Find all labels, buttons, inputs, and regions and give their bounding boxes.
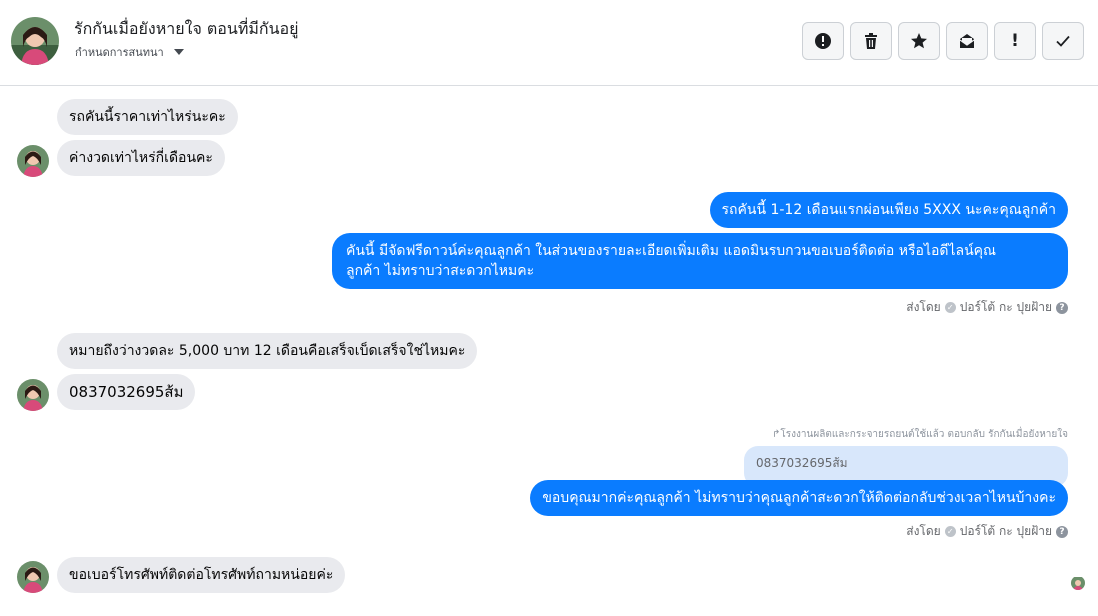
exclamation-icon: ! [1011, 31, 1019, 51]
sent-by-label: ส่งโดย [906, 300, 941, 314]
verified-icon: ✓ [944, 302, 956, 313]
sent-by-name: ปอร์โต้ กะ ปุยฝ้าย [959, 300, 1052, 314]
sent-by-name: ปอร์โต้ กะ ปุยฝ้าย [959, 524, 1052, 538]
mark-unread-button[interactable] [946, 22, 988, 60]
star-icon [911, 33, 927, 49]
incoming-message: 0837032695ส้ม [57, 374, 196, 410]
done-button[interactable] [1042, 22, 1084, 60]
contact-avatar[interactable] [11, 17, 59, 65]
sender-avatar[interactable] [17, 145, 49, 177]
seen-avatar [1071, 576, 1085, 590]
star-button[interactable] [898, 22, 940, 60]
help-icon[interactable]: ? [1056, 525, 1068, 538]
conversation-title: รักกันเมื่อยังหายใจ ตอนที่มีกันอยู่ [74, 19, 299, 38]
sender-avatar[interactable] [17, 379, 49, 411]
sender-avatar[interactable] [17, 561, 49, 593]
verified-icon: ✓ [944, 526, 956, 537]
message-line: คันนี้ มีจัดฟรีดาวน์ค่ะคุณลูกค้า ในส่วนข… [346, 243, 997, 259]
incoming-message: รถคันนี้ราคาเท่าไหร่นะคะ [57, 99, 238, 135]
outgoing-message: คันนี้ มีจัดฟรีดาวน์ค่ะคุณลูกค้า ในส่วนข… [332, 233, 1068, 289]
message-line: ลูกค้า ไม่ทราบว่าสะดวกไหมคะ [346, 263, 535, 279]
sent-by-info: ส่งโดย ✓ ปอร์โต้ กะ ปุยฝ้าย ? [906, 298, 1068, 317]
report-button[interactable] [802, 22, 844, 60]
outgoing-message: ขอบคุณมากค่ะคุณลูกค้า ไม่ทราบว่าคุณลูกค้… [530, 480, 1068, 516]
check-icon [1056, 35, 1070, 47]
mark-unread-icon [959, 34, 975, 48]
incoming-message: ค่างวดเท่าไหร่กี่เดือนคะ [57, 140, 225, 176]
trash-icon [865, 33, 877, 49]
spam-button[interactable]: ! [994, 22, 1036, 60]
sent-by-info: ส่งโดย ✓ ปอร์โต้ กะ ปุยฝ้าย ? [906, 522, 1068, 541]
reply-context: ↱โรงงานผลิตและกระจายรถยนต์ใช้แล้ว ตอบกลั… [772, 427, 1068, 442]
conversation-subtitle: กำหนดการสนทนา [75, 46, 164, 59]
reply-note-text: โรงงานผลิตและกระจายรถยนต์ใช้แล้ว ตอบกลับ… [780, 429, 1068, 440]
conversation-header: รักกันเมื่อยังหายใจ ตอนที่มีกันอยู่ กำหน… [0, 0, 1098, 86]
incoming-message: หมายถึงว่างวดละ 5,000 บาท 12 เดือนคือเสร… [57, 333, 478, 369]
help-icon[interactable]: ? [1056, 301, 1068, 314]
alert-circle-icon [815, 33, 831, 49]
caret-down-icon [173, 49, 184, 55]
delete-button[interactable] [850, 22, 892, 60]
incoming-message: ขอเบอร์โทรศัพท์ติดต่อโทรศัพท์ถามหน่อยค่ะ [57, 557, 346, 593]
conversation-settings-dropdown[interactable]: กำหนดการสนทนา [75, 43, 184, 61]
outgoing-message: รถคันนี้ 1-12 เดือนแรกผ่อนเพียง 5XXX นะค… [709, 192, 1068, 228]
sent-by-label: ส่งโดย [906, 524, 941, 538]
